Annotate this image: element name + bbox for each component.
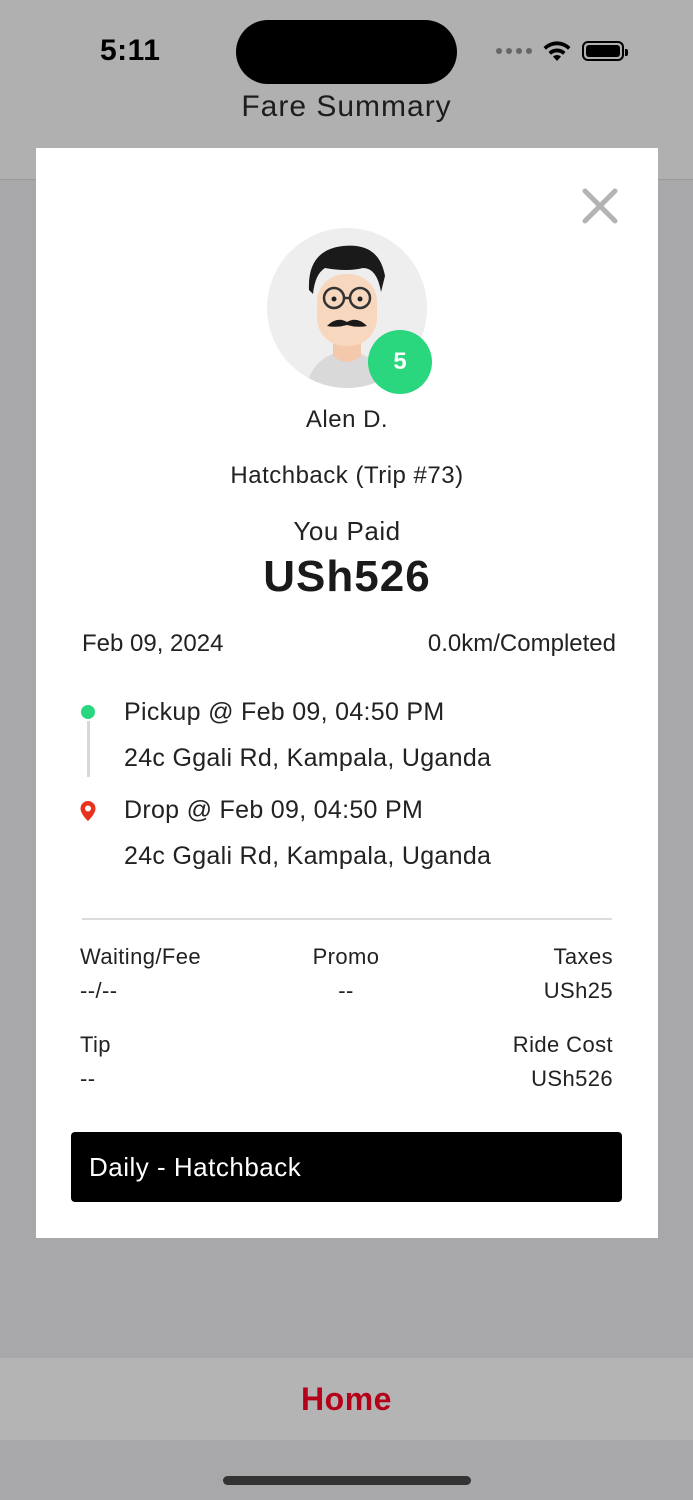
tip-label: Tip	[80, 1032, 111, 1057]
signal-icon	[496, 48, 532, 54]
drop-label: Drop @ Feb 09, 04:50 PM	[124, 796, 424, 824]
ride-cost-value: USh526	[531, 1066, 613, 1091]
status-icons	[496, 38, 628, 64]
paid-amount: USh526	[263, 552, 431, 601]
ride-cost-label: Ride Cost	[512, 1032, 613, 1057]
drop-pin-icon	[80, 801, 96, 821]
close-icon[interactable]	[580, 186, 620, 226]
home-label: Home	[301, 1380, 392, 1417]
status-time: 5:11	[100, 34, 161, 67]
plan-button-label: Daily - Hatchback	[89, 1151, 302, 1182]
home-tab[interactable]: Home	[0, 1358, 693, 1440]
plan-button[interactable]: Daily - Hatchback	[71, 1132, 622, 1202]
tip-value: --	[80, 1066, 96, 1091]
waiting-fee-label: Waiting/Fee	[80, 944, 201, 969]
fare-summary-modal: 5 Alen D. Hatchback (Trip #73) You Paid …	[36, 148, 658, 1238]
vehicle-trip: Hatchback (Trip #73)	[230, 462, 464, 489]
battery-icon	[582, 41, 628, 61]
pickup-label: Pickup @ Feb 09, 04:50 PM	[124, 698, 445, 726]
trip-date: Feb 09, 2024	[82, 630, 224, 657]
rating-badge: 5	[368, 330, 432, 394]
taxes-label: Taxes	[553, 944, 613, 969]
promo-label: Promo	[312, 944, 380, 969]
paid-label: You Paid	[293, 516, 401, 546]
wifi-icon	[543, 41, 571, 61]
dynamic-island	[236, 20, 457, 84]
pickup-dot-icon	[81, 705, 95, 719]
drop-address: 24c Ggali Rd, Kampala, Uganda	[124, 842, 492, 870]
pickup-address: 24c Ggali Rd, Kampala, Uganda	[124, 744, 492, 772]
promo-value: --	[338, 978, 354, 1003]
waiting-fee-value: --/--	[80, 978, 118, 1003]
home-indicator[interactable]	[223, 1476, 471, 1485]
divider	[82, 918, 612, 920]
driver-name: Alen D.	[305, 406, 389, 433]
trip-distance-status: 0.0km/Completed	[427, 630, 616, 657]
route-line	[87, 721, 90, 777]
page-title: Fare Summary	[241, 90, 452, 123]
taxes-value: USh25	[543, 978, 613, 1003]
